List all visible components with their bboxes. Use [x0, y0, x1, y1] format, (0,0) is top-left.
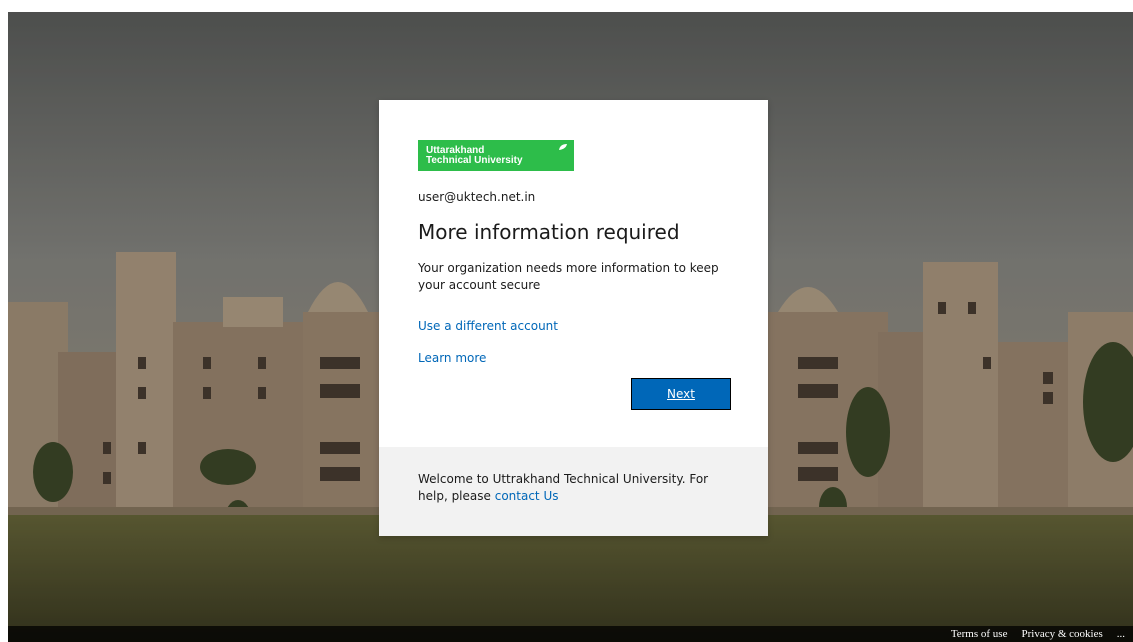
page-description: Your organization needs more information…	[418, 261, 719, 292]
more-options-icon[interactable]: ...	[1117, 628, 1125, 640]
privacy-cookies-link[interactable]: Privacy & cookies	[1021, 628, 1102, 640]
logo-line-2: Technical University	[426, 155, 523, 166]
signin-card: Uttarakhand Technical University user@uk…	[379, 100, 768, 536]
account-email: user@uktech.net.in	[418, 190, 536, 204]
footer-welcome-message: Welcome to Uttrakhand Technical Universi…	[418, 472, 709, 503]
signin-card-body: Uttarakhand Technical University user@uk…	[379, 100, 768, 447]
university-logo: Uttarakhand Technical University	[418, 140, 574, 171]
terms-of-use-link[interactable]: Terms of use	[951, 628, 1008, 640]
use-different-account-link[interactable]: Use a different account	[418, 319, 558, 333]
signin-card-footer: Welcome to Uttrakhand Technical Universi…	[379, 447, 768, 536]
page-title: More information required	[418, 220, 680, 244]
next-button[interactable]: Next	[631, 378, 731, 410]
bottom-links: Terms of use Privacy & cookies ...	[951, 626, 1125, 642]
leaf-icon	[559, 144, 567, 150]
footer-welcome-text: Welcome to Uttrakhand Technical Universi…	[418, 471, 738, 505]
page: Uttarakhand Technical University user@uk…	[0, 0, 1133, 642]
contact-us-link[interactable]: contact Us	[495, 489, 559, 503]
learn-more-link[interactable]: Learn more	[418, 351, 486, 365]
bottom-bar: Terms of use Privacy & cookies ...	[8, 626, 1133, 642]
